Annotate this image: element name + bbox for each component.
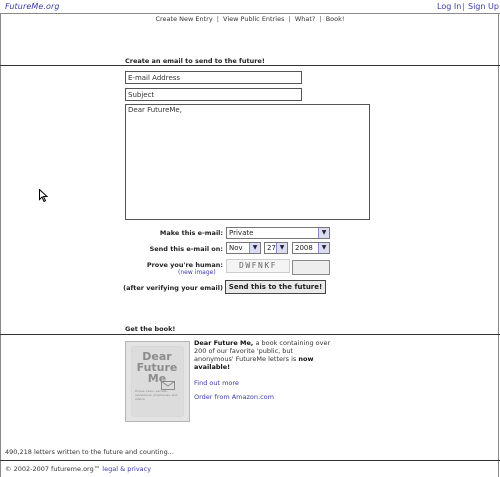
- signup-link[interactable]: Sign Up: [468, 2, 499, 11]
- day-select-value: 27: [267, 244, 276, 252]
- new-captcha-link[interactable]: (new image): [178, 269, 216, 276]
- send-date-label: Send this e-mail on:: [149, 245, 223, 253]
- book-desc-title: Dear Future Me,: [194, 339, 254, 347]
- chevron-down-icon: ▼: [249, 243, 260, 253]
- nav-separator: |: [288, 15, 291, 23]
- privacy-select[interactable]: Private ▼: [226, 227, 330, 239]
- divider: [0, 460, 500, 461]
- copyright-text: © 2002-2007 futureme.org™: [5, 465, 103, 473]
- privacy-label: Make this e-mail:: [159, 229, 223, 237]
- header-separator: |: [462, 2, 465, 11]
- captcha-label: Prove you're human:: [146, 261, 223, 269]
- left-border: [0, 13, 1, 477]
- nav-create-entry[interactable]: Create New Entry: [155, 15, 212, 23]
- nav-separator: |: [319, 15, 322, 23]
- book-cover-title: Dear Future Me: [136, 350, 178, 385]
- main-nav: Create New Entry | View Public Entries |…: [0, 15, 500, 23]
- email-field[interactable]: [125, 71, 302, 84]
- top-bar: [0, 0, 500, 14]
- captcha-input[interactable]: [292, 260, 330, 275]
- month-select-value: Nov: [229, 244, 243, 252]
- right-border: [498, 13, 499, 477]
- order-amazon-link[interactable]: Order from Amazon.com: [194, 393, 274, 401]
- site-logo[interactable]: FutureMe.org: [5, 2, 60, 11]
- footer: © 2002-2007 futureme.org™ legal & privac…: [5, 465, 151, 473]
- nav-book[interactable]: Book!: [326, 15, 345, 23]
- mouse-pointer-icon: [39, 189, 48, 202]
- login-link[interactable]: Log In: [437, 2, 461, 11]
- envelope-icon: [161, 381, 175, 390]
- chevron-down-icon: ▼: [318, 228, 329, 238]
- day-select[interactable]: 27 ▼: [264, 242, 288, 254]
- send-button[interactable]: Send this to the future!: [225, 280, 326, 294]
- find-out-more-link[interactable]: Find out more: [194, 379, 239, 387]
- divider: [0, 334, 500, 335]
- year-select[interactable]: 2008 ▼: [292, 242, 330, 254]
- nav-view-public[interactable]: View Public Entries: [223, 15, 284, 23]
- letter-body-textarea[interactable]: Dear FutureMe,: [125, 104, 370, 220]
- compose-heading: Create an email to send to the future!: [125, 57, 265, 65]
- book-description: Dear Future Me, a book containing over 2…: [194, 339, 334, 371]
- captcha-image: DWFNKF: [226, 259, 290, 273]
- letter-count: 490,218 letters written to the future an…: [5, 448, 174, 456]
- nav-what[interactable]: What?: [295, 15, 316, 23]
- divider: [0, 65, 500, 66]
- verify-note: (after verifying your email): [123, 284, 223, 292]
- year-select-value: 2008: [295, 244, 313, 252]
- chevron-down-icon: ▼: [276, 243, 287, 253]
- nav-separator: |: [216, 15, 219, 23]
- chevron-down-icon: ▼: [318, 243, 329, 253]
- privacy-select-value: Private: [229, 229, 254, 237]
- legal-privacy-link[interactable]: legal & privacy: [102, 465, 151, 473]
- book-cover-subtitle: Hopes, fears, secrets, resolutions, prop…: [135, 389, 178, 401]
- book-heading: Get the book!: [125, 325, 176, 333]
- month-select[interactable]: Nov ▼: [226, 242, 261, 254]
- subject-field[interactable]: [125, 88, 302, 101]
